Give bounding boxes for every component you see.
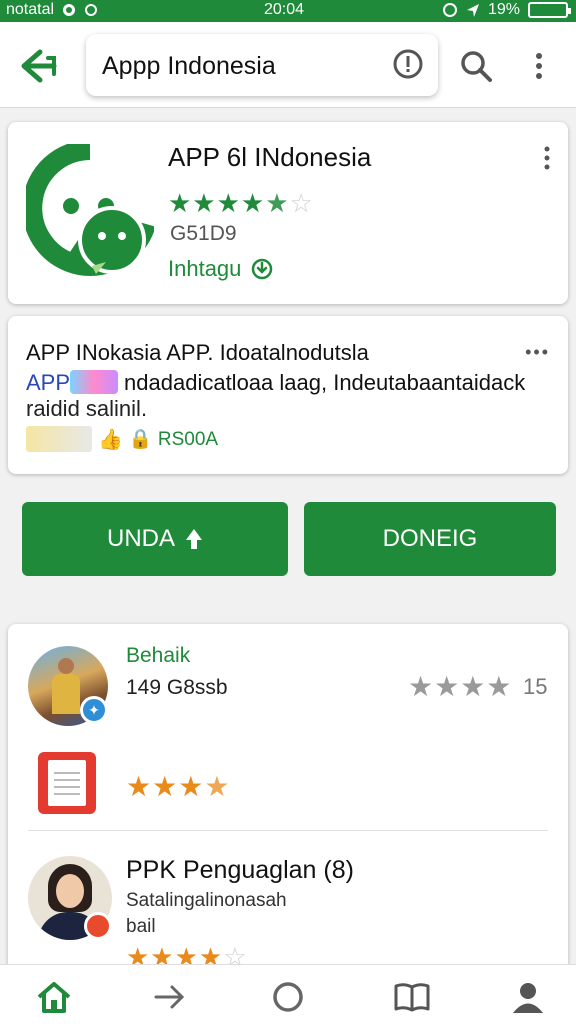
badge-tag: 🔒 RS00A — [129, 427, 218, 451]
battery-icon — [528, 2, 571, 18]
badge-label: RS00A — [157, 429, 219, 450]
description-app-tag: APP — [26, 370, 71, 395]
clock: 20:04 — [264, 1, 305, 18]
book-icon — [394, 983, 430, 1012]
circle-icon — [273, 982, 303, 1012]
search-icon — [461, 51, 492, 82]
download-check-icon — [252, 258, 273, 280]
review-text-line-2: bail — [126, 916, 156, 937]
primary-action-label: UNDA — [106, 525, 175, 552]
review-text-line-1: Satalingalinonasah — [126, 890, 287, 911]
avatar-face — [56, 874, 84, 908]
description-text-1: ndadadicatloaa laag, Indeutabaantaidack — [124, 370, 526, 395]
profile-icon — [513, 983, 543, 1013]
more-vert-icon — [536, 53, 542, 79]
verified-badge-icon: ✦ — [80, 696, 108, 724]
description-line-1: APP ndadadicatloaa laag, Indeutabaantaida… — [26, 370, 525, 396]
nav-library[interactable] — [392, 979, 432, 1015]
secondary-action-label: DONEIG — [382, 525, 478, 552]
search-button[interactable] — [458, 48, 494, 84]
review-stars: ★★★★ — [126, 771, 231, 802]
app-menu-icon[interactable] — [540, 144, 554, 172]
back-arrow-icon — [21, 49, 57, 83]
top-app-bar: Appp Indonesia — [0, 22, 576, 108]
install-label: Inhtagu — [168, 256, 242, 281]
review-stars: ★★★★ — [408, 671, 513, 702]
info-icon[interactable] — [392, 48, 424, 80]
divider — [28, 830, 548, 831]
nav-profile[interactable] — [508, 979, 548, 1015]
review-count: 15 — [523, 674, 548, 699]
avatar-body — [52, 674, 80, 714]
notification-icon — [63, 4, 76, 16]
review-author[interactable]: PPK Penguaglan (8) — [126, 856, 354, 885]
blurred-chip — [26, 426, 92, 452]
app-card[interactable]: APP 6l INdonesia ★★★★★☆ G51D9 Inhtagu — [8, 122, 568, 304]
nav-home[interactable] — [34, 979, 74, 1015]
description-title: APP INokasia APP. Idoatalnodutsla — [26, 340, 369, 365]
status-right: 19% — [442, 1, 571, 19]
thumbs-up-icon: 👍 — [98, 428, 123, 451]
sync-icon — [85, 4, 98, 16]
bottom-navigation — [0, 964, 576, 1024]
gradient-chip — [70, 370, 119, 394]
battery-percent: 19% — [487, 1, 520, 18]
up-arrow-icon — [186, 529, 202, 549]
review-author[interactable]: Behaik — [126, 644, 190, 668]
description-line-2: raidid salinil. — [26, 396, 148, 421]
overflow-menu-button[interactable] — [526, 48, 552, 84]
forward-arrow-icon — [154, 985, 185, 1009]
app-rating-stars: ★★★★★☆ — [168, 188, 314, 218]
alarm-icon — [442, 3, 457, 17]
secondary-action-button[interactable]: DONEIG — [304, 502, 556, 576]
document-icon[interactable] — [38, 752, 96, 814]
avatar-head — [58, 658, 74, 674]
home-icon — [37, 982, 71, 1013]
app-code: G51D9 — [170, 222, 237, 245]
description-badges: 👍 🔒 RS00A — [26, 426, 218, 452]
location-icon — [466, 4, 479, 17]
nav-forward[interactable] — [150, 979, 190, 1015]
app-title[interactable]: APP 6l INdonesia — [168, 142, 371, 173]
carrier-label: notatal — [6, 1, 55, 18]
review-subtitle: 149 G8ssb — [126, 676, 228, 699]
lock-icon: 🔒 — [128, 429, 153, 450]
primary-action-button[interactable]: UNDA — [22, 502, 288, 576]
install-status[interactable]: Inhtagu — [168, 256, 273, 282]
status-badge-icon — [84, 912, 112, 940]
nav-circle[interactable] — [268, 979, 308, 1015]
search-field[interactable]: Appp Indonesia — [86, 34, 438, 96]
back-button[interactable] — [18, 48, 58, 84]
description-card: APP INokasia APP. Idoatalnodutsla ••• AP… — [8, 316, 568, 474]
status-left: notatal — [6, 1, 98, 19]
status-bar: notatal 20:04 19% — [0, 0, 576, 22]
description-more-button[interactable]: ••• — [525, 342, 550, 363]
search-query[interactable]: Appp Indonesia — [102, 52, 276, 81]
app-logo — [26, 144, 154, 276]
